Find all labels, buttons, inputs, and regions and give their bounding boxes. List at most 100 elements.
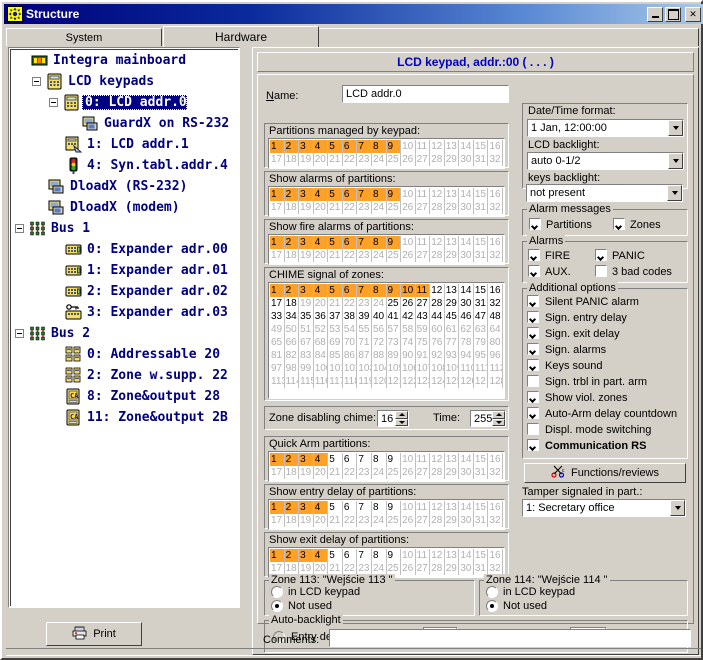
grid-cell[interactable]: 9 <box>386 284 402 297</box>
grid-cell[interactable]: 6 <box>342 188 358 201</box>
grid-cell[interactable]: 12 <box>430 140 445 153</box>
quick-arm-grid[interactable]: 1 2 3 4 5 6 7 8 9 10 11 12 13 14 15 16 17 18 19 20 21 22 23 24 2… <box>268 451 505 482</box>
grid-cell[interactable]: 21 <box>328 249 343 262</box>
grid-cell[interactable]: 64 <box>488 323 503 336</box>
grid-cell[interactable]: 29 <box>444 514 460 527</box>
grid-cell[interactable]: 26 <box>401 562 416 575</box>
chevron-down-icon[interactable] <box>667 185 682 201</box>
tree-item[interactable]: 3: Expander adr.03 <box>11 302 238 323</box>
grid-cell[interactable]: 24 <box>371 201 387 214</box>
grid-cell[interactable]: 12 <box>430 188 445 201</box>
grid-cell[interactable]: 13 <box>444 549 460 562</box>
tree-item[interactable]: 0: Expander adr.00 <box>11 239 238 260</box>
grid-cell[interactable]: 24 <box>371 153 387 166</box>
grid-cell[interactable]: 16 <box>488 140 503 153</box>
grid-cell[interactable]: 8 <box>371 501 387 514</box>
grid-cell[interactable]: 19 <box>299 249 314 262</box>
time-stepper[interactable]: 255 <box>470 410 506 427</box>
chevron-down-icon[interactable] <box>668 153 683 169</box>
grid-cell[interactable]: 4 <box>313 284 329 297</box>
grid-cell[interactable]: 11 <box>415 453 431 466</box>
grid-cell[interactable]: 5 <box>328 140 343 153</box>
grid-cell[interactable]: 34 <box>284 310 300 323</box>
grid-cell[interactable]: 31 <box>473 201 489 214</box>
radio-zone113-not-used[interactable] <box>271 600 283 612</box>
grid-cell[interactable]: 28 <box>430 562 445 575</box>
grid-cell[interactable]: 59 <box>415 323 431 336</box>
grid-cell[interactable]: 24 <box>371 249 387 262</box>
grid-cell[interactable]: 17 <box>270 201 285 214</box>
grid-cell[interactable]: 30 <box>459 466 474 479</box>
grid-cell[interactable]: 14 <box>459 453 474 466</box>
grid-cell[interactable]: 27 <box>415 466 431 479</box>
grid-cell[interactable]: 1 <box>270 284 285 297</box>
grid-cell[interactable]: 126 <box>459 375 474 388</box>
grid-cell[interactable]: 125 <box>444 375 460 388</box>
grid-cell[interactable]: 6 <box>342 140 358 153</box>
grid-cell[interactable]: 115 <box>299 375 314 388</box>
grid-cell[interactable]: 100 <box>313 362 329 375</box>
grid-cell[interactable]: 39 <box>357 310 372 323</box>
grid-cell[interactable]: 30 <box>459 297 474 310</box>
grid-cell[interactable]: 45 <box>444 310 460 323</box>
grid-cell[interactable]: 14 <box>459 236 474 249</box>
grid-cell[interactable]: 23 <box>357 153 372 166</box>
grid-cell[interactable]: 7 <box>357 453 372 466</box>
grid-cell[interactable]: 19 <box>299 153 314 166</box>
grid-cell[interactable]: 31 <box>473 514 489 527</box>
grid-cell[interactable]: 1 <box>270 236 285 249</box>
grid-cell[interactable]: 18 <box>284 514 300 527</box>
grid-cell[interactable]: 20 <box>313 297 329 310</box>
grid-cell[interactable]: 18 <box>284 249 300 262</box>
grid-cell[interactable]: 11 <box>415 236 431 249</box>
checkbox-aux[interactable] <box>528 265 540 277</box>
grid-cell[interactable]: 77 <box>444 336 460 349</box>
grid-cell[interactable]: 1 <box>270 140 285 153</box>
grid-cell[interactable]: 38 <box>342 310 358 323</box>
grid-cell[interactable]: 2 <box>284 140 300 153</box>
grid-cell[interactable]: 8 <box>371 188 387 201</box>
grid-cell[interactable]: 9 <box>386 140 402 153</box>
grid-cell[interactable]: 2 <box>284 236 300 249</box>
grid-cell[interactable]: 6 <box>342 501 358 514</box>
grid-cell[interactable]: 32 <box>488 514 503 527</box>
grid-cell[interactable]: 116 <box>313 375 329 388</box>
grid-cell[interactable]: 75 <box>415 336 431 349</box>
grid-cell[interactable]: 27 <box>415 201 431 214</box>
grid-cell[interactable]: 94 <box>459 349 474 362</box>
radio-zone114-not-used[interactable] <box>486 600 498 612</box>
grid-cell[interactable]: 42 <box>401 310 416 323</box>
grid-cell[interactable]: 102 <box>342 362 358 375</box>
tree-item[interactable]: 1: Expander adr.01 <box>11 260 238 281</box>
grid-cell[interactable]: 17 <box>270 514 285 527</box>
grid-cell[interactable]: 40 <box>371 310 387 323</box>
grid-cell[interactable]: 41 <box>386 310 402 323</box>
grid-cell[interactable]: 20 <box>313 514 329 527</box>
grid-cell[interactable]: 57 <box>386 323 402 336</box>
maximize-icon[interactable] <box>665 6 681 22</box>
grid-cell[interactable]: 8 <box>371 140 387 153</box>
grid-cell[interactable]: 1 <box>270 549 285 562</box>
grid-cell[interactable]: 1 <box>270 453 285 466</box>
grid-cell[interactable]: 35 <box>299 310 314 323</box>
grid-cell[interactable]: 36 <box>313 310 329 323</box>
grid-cell[interactable]: 8 <box>371 453 387 466</box>
checkbox-3-bad-codes[interactable] <box>595 265 607 277</box>
grid-cell[interactable]: 15 <box>473 140 489 153</box>
tree-item[interactable]: Bus 2 <box>11 323 238 344</box>
checkbox-panic[interactable] <box>595 249 607 261</box>
checkbox-option-5[interactable] <box>527 375 539 387</box>
grid-cell[interactable]: 2 <box>284 501 300 514</box>
grid-cell[interactable]: 7 <box>357 236 372 249</box>
grid-cell[interactable]: 30 <box>459 514 474 527</box>
grid-cell[interactable]: 69 <box>328 336 343 349</box>
grid-cell[interactable]: 22 <box>342 249 358 262</box>
grid-cell[interactable]: 25 <box>386 249 402 262</box>
grid-cell[interactable]: 24 <box>371 466 387 479</box>
grid-cell[interactable]: 31 <box>473 153 489 166</box>
grid-cell[interactable]: 12 <box>430 549 445 562</box>
grid-cell[interactable]: 6 <box>342 549 358 562</box>
grid-cell[interactable]: 16 <box>488 453 503 466</box>
grid-cell[interactable]: 91 <box>415 349 431 362</box>
grid-cell[interactable]: 123 <box>415 375 431 388</box>
